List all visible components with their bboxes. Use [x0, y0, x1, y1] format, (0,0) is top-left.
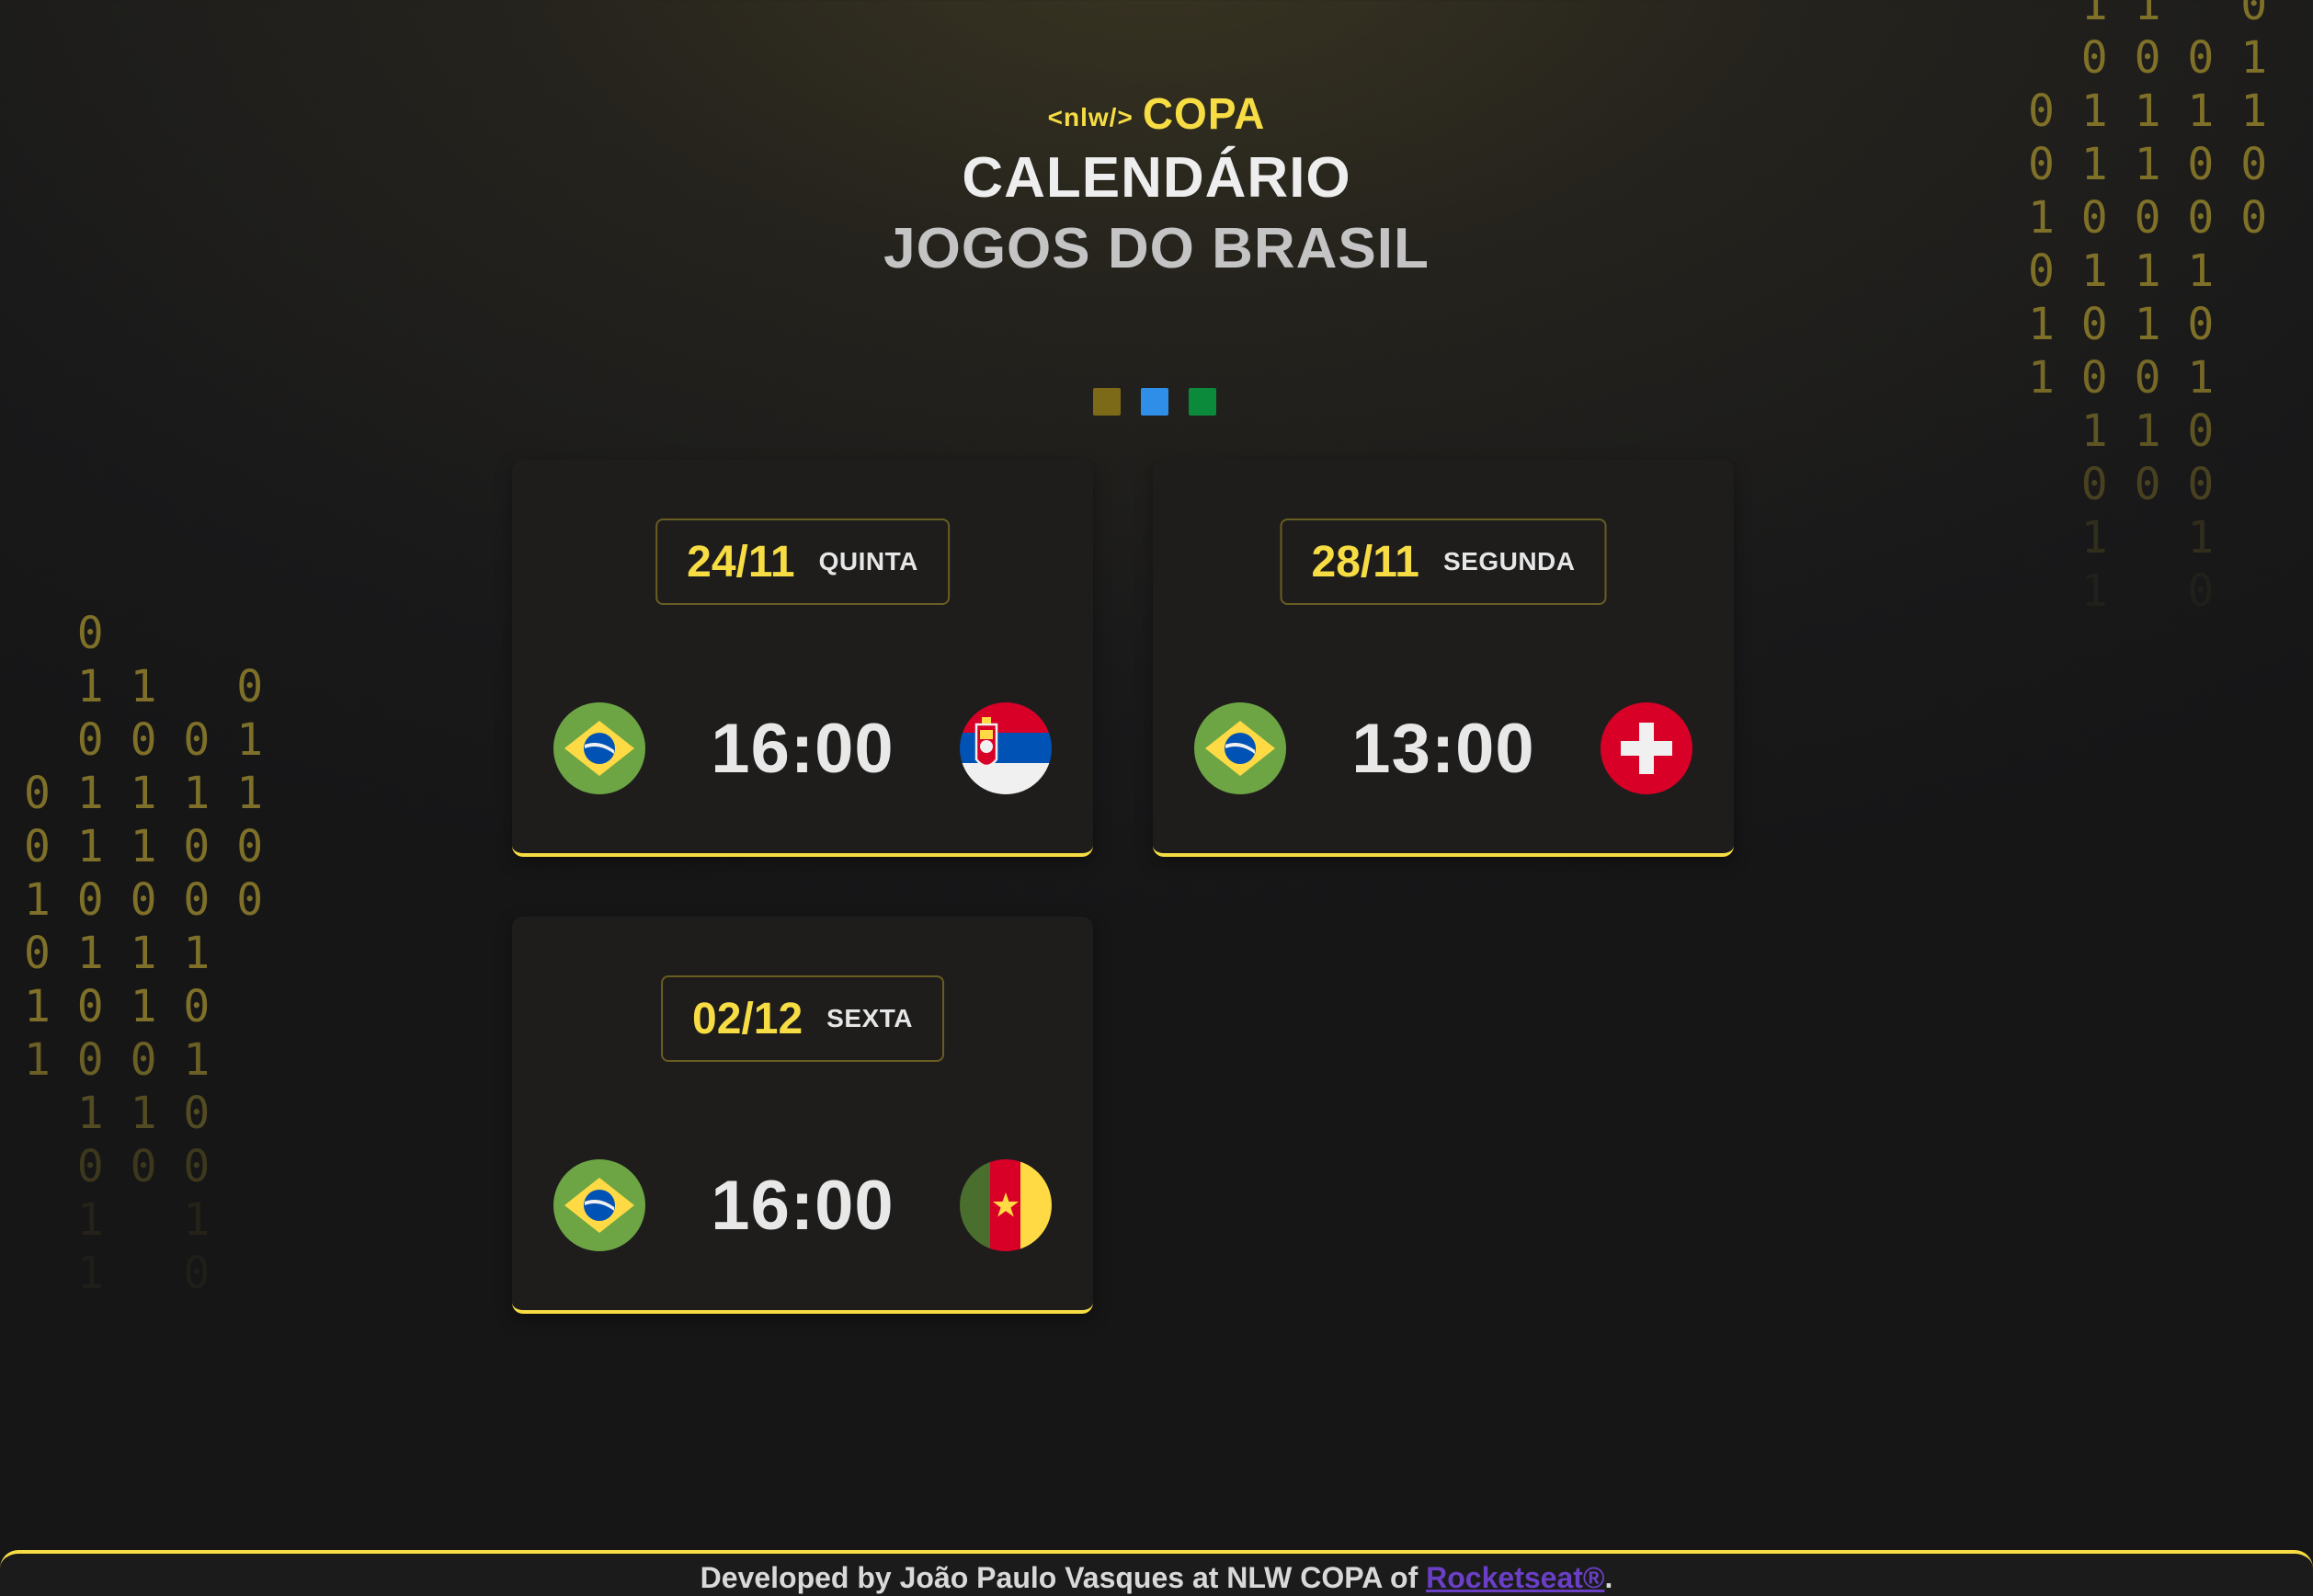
binary-row: 1 0 0 1: [24, 1034, 211, 1086]
match-card: 02/12 SEXTA 16:00: [512, 917, 1093, 1314]
binary-row: 0 0 0: [24, 1141, 211, 1192]
match-row: 16:00: [553, 1159, 1052, 1251]
binary-row: 0: [24, 608, 104, 659]
binary-row: 1 0: [2028, 565, 2215, 617]
match-weekday: QUINTA: [818, 547, 918, 576]
match-weekday: SEGUNDA: [1442, 547, 1576, 576]
binary-row: 1 1 0: [2028, 405, 2215, 457]
binary-row: 1 0: [24, 1248, 211, 1299]
logo-copa: COPA: [1142, 87, 1266, 139]
page-header: <nlw/> COPA CALENDÁRIO JOGOS DO BRASIL: [0, 88, 2313, 281]
brazil-flag-icon: [553, 1159, 645, 1251]
binary-row: 1 0 0 0 0: [24, 874, 264, 926]
match-card: 24/11 QUINTA 16:00: [512, 460, 1093, 857]
match-time: 16:00: [711, 709, 894, 788]
footer-text: Developed by João Paulo Vasques at NLW C…: [700, 1561, 1427, 1594]
match-date: 28/11: [1311, 537, 1419, 587]
binary-row: 0 1 1 1: [24, 928, 211, 979]
serbia-flag-icon: [959, 702, 1052, 794]
theme-swatch-green[interactable]: [1189, 388, 1216, 416]
cameroon-flag-icon: [959, 1159, 1052, 1251]
binary-decoration-left: 0 1 1 0 0 0 0 10 1 1 1 10 1 1 0 01 0 0 0…: [24, 607, 263, 1300]
binary-row: 0 0 0 1: [24, 714, 264, 766]
binary-row: 0 0 0: [2028, 459, 2215, 510]
switzerland-flag-icon: [1600, 702, 1692, 794]
binary-row: 0 1 1 0 0: [24, 821, 264, 872]
match-date-box: 28/11 SEGUNDA: [1280, 519, 1607, 605]
page-footer: Developed by João Paulo Vasques at NLW C…: [0, 1550, 2313, 1596]
binary-row: 1 1 0: [2028, 0, 2268, 30]
match-weekday: SEXTA: [826, 1004, 913, 1032]
binary-row: 1 1 0: [24, 661, 264, 712]
match-time: 13:00: [1351, 709, 1535, 788]
rocketseat-link[interactable]: Rocketseat®: [1426, 1561, 1604, 1594]
binary-row: 1 1: [2028, 512, 2215, 564]
binary-row: 0 0 0 1: [2028, 32, 2268, 84]
match-date-box: 24/11 QUINTA: [655, 519, 950, 605]
match-row: 16:00: [553, 702, 1052, 794]
theme-swatch-blue[interactable]: [1141, 388, 1168, 416]
binary-row: 1 0 0 1: [2028, 352, 2215, 404]
match-time: 16:00: [711, 1166, 894, 1245]
match-card: 28/11 SEGUNDA 13:00: [1153, 460, 1734, 857]
match-date: 02/12: [692, 994, 803, 1043]
binary-row: 1 0 1 0: [24, 981, 211, 1032]
binary-row: 1 1 0: [24, 1088, 211, 1139]
footer-period: .: [1604, 1561, 1613, 1594]
page-title: CALENDÁRIO: [962, 146, 1351, 210]
page-subtitle: JOGOS DO BRASIL: [883, 217, 1430, 280]
match-date: 24/11: [687, 537, 795, 587]
theme-swatch-gold[interactable]: [1093, 388, 1121, 416]
brazil-flag-icon: [1194, 702, 1286, 794]
match-date-box: 02/12 SEXTA: [661, 975, 944, 1062]
theme-swatches: [1093, 388, 1216, 416]
match-row: 13:00: [1194, 702, 1692, 794]
logo-tag: <nlw/>: [1047, 103, 1134, 131]
binary-row: 0 1 1 1 1: [24, 768, 264, 819]
nlw-copa-logo: <nlw/> COPA: [1047, 87, 1266, 139]
brazil-flag-icon: [553, 702, 645, 794]
binary-row: 1 1: [24, 1194, 211, 1246]
binary-row: 1 0 1 0: [2028, 299, 2215, 350]
